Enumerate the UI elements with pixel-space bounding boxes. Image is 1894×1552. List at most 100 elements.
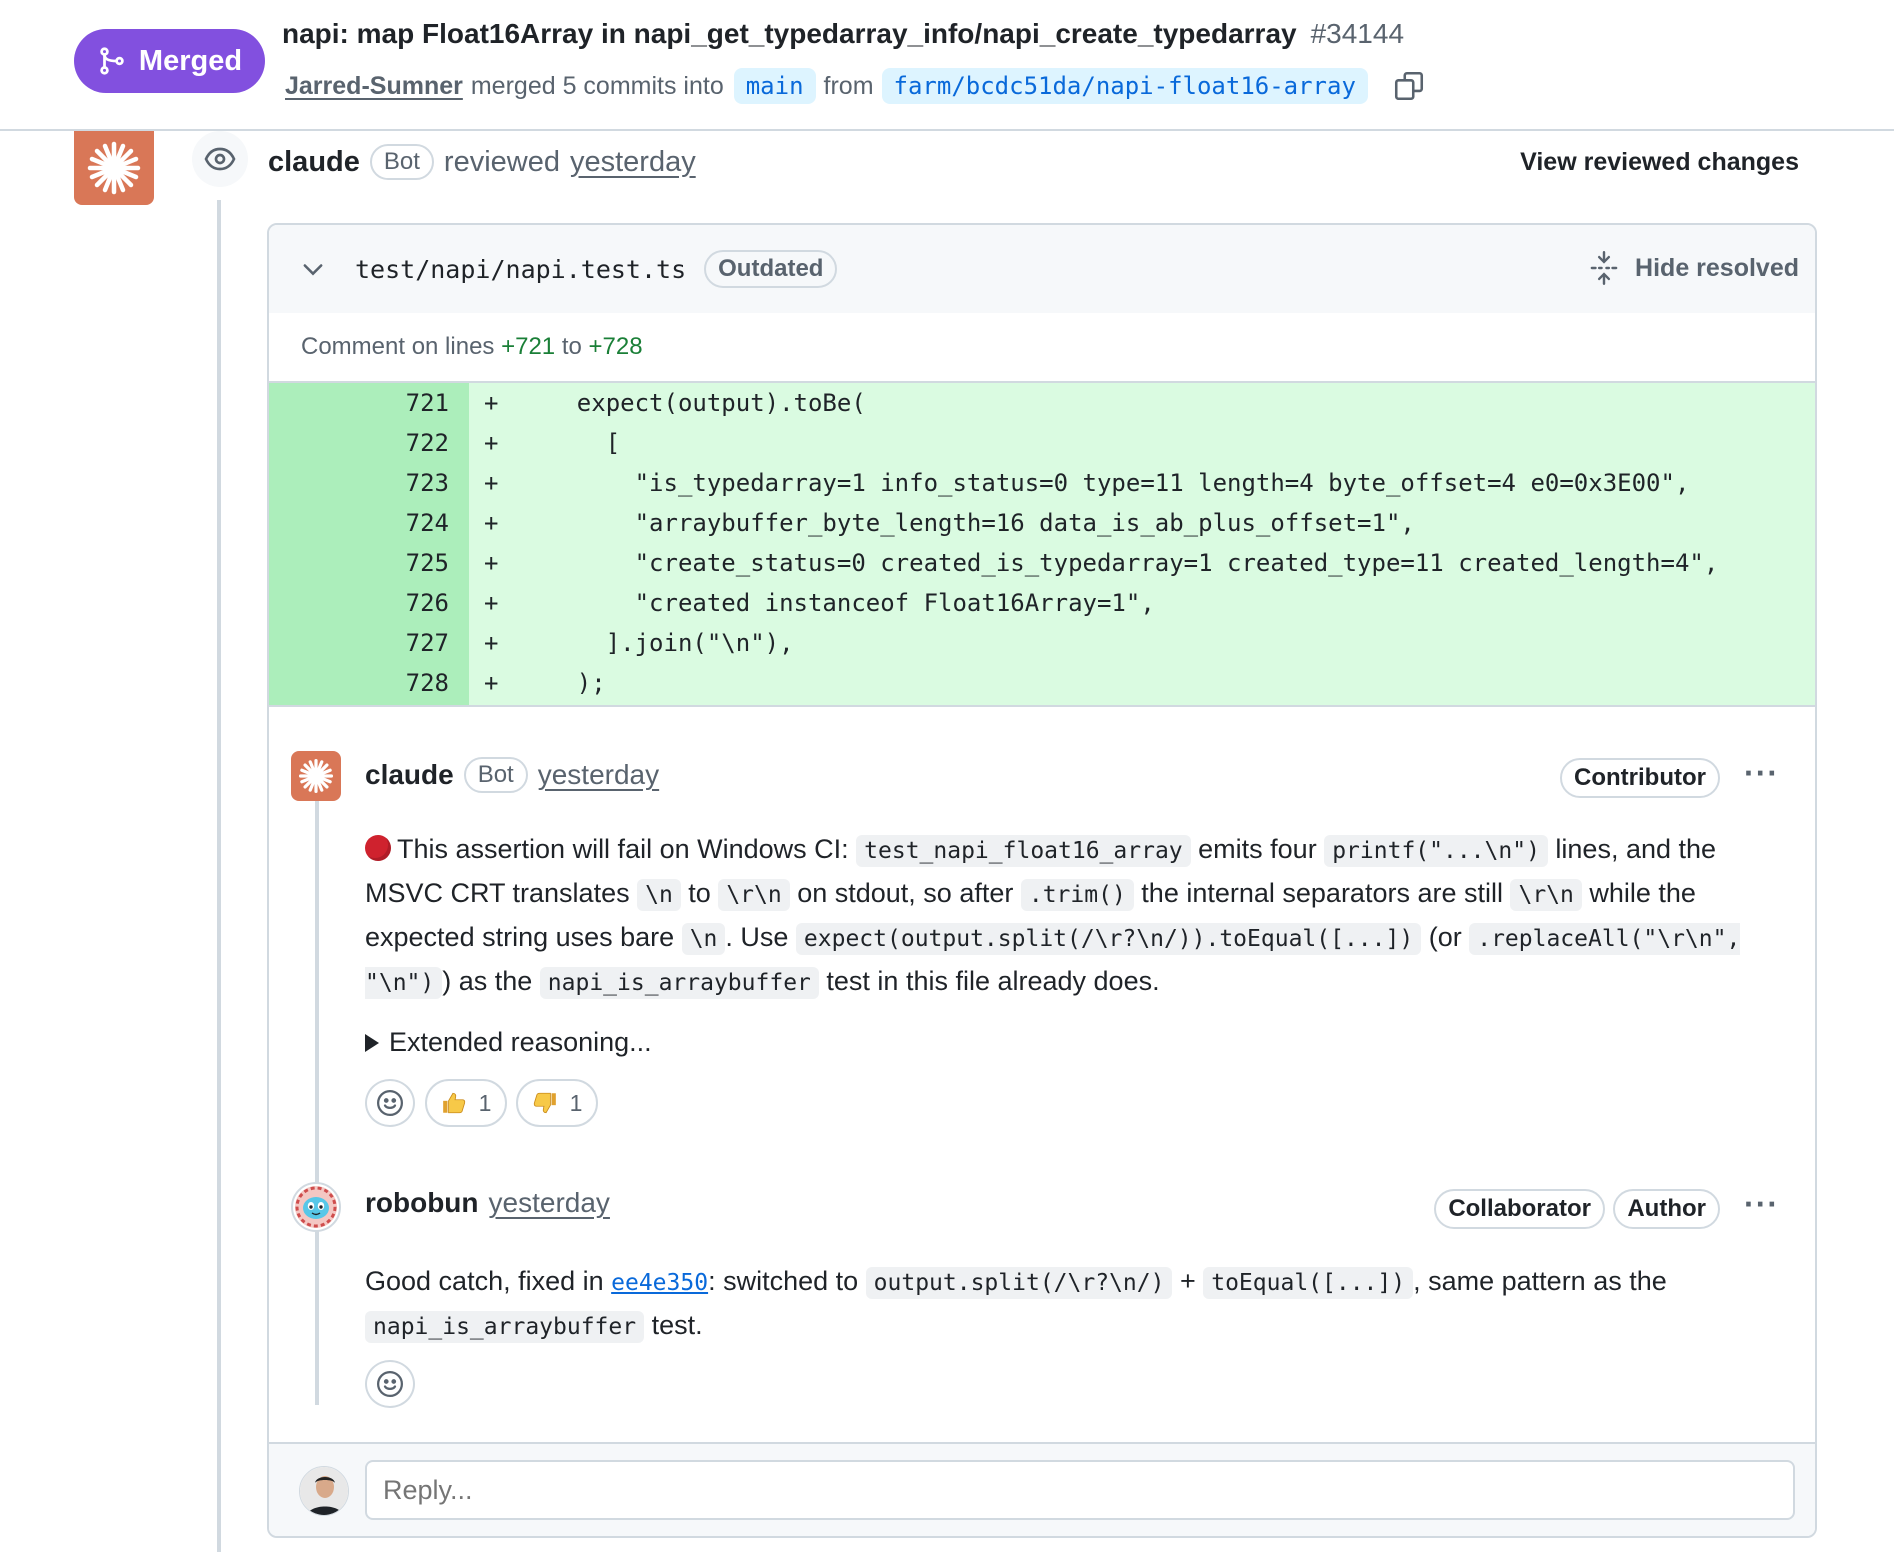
eye-icon xyxy=(204,147,236,171)
collaborator-badge: Collaborator xyxy=(1434,1189,1605,1229)
line-number: 723 xyxy=(405,469,449,497)
code-text: expect(output).toBe( xyxy=(519,389,866,417)
copy-icon[interactable] xyxy=(1392,69,1426,103)
inline-code: output.split(/\r?\n/) xyxy=(865,1267,1173,1299)
comment-header: robobun yesterday xyxy=(365,1187,610,1219)
kebab-icon[interactable]: ··· xyxy=(1744,755,1779,792)
bot-badge: Bot xyxy=(463,757,528,793)
inline-code: \r\n xyxy=(1510,879,1582,911)
inline-code: expect(output.split(/\r?\n/)).toEqual([.… xyxy=(795,923,1422,955)
diff-sign: + xyxy=(484,389,499,417)
thumbs-down-icon xyxy=(533,1092,556,1114)
diff-hunk: 721 + expect(output).toBe( 722 + [ 723 + "i… xyxy=(269,383,1815,707)
kebab-icon[interactable]: ··· xyxy=(1744,1186,1779,1223)
diff-line: 727 + ].join("\n"), xyxy=(269,623,1815,663)
diff-line: 723 + "is_typedarray=1 info_status=0 type… xyxy=(269,463,1815,503)
inline-code: napi_is_arraybuffer xyxy=(539,967,819,999)
chevron-down-icon[interactable] xyxy=(299,255,327,283)
text: + xyxy=(1172,1266,1204,1296)
review-time[interactable]: yesterday xyxy=(570,146,696,179)
pr-number: #34144 xyxy=(1310,18,1405,49)
inline-code: \n xyxy=(637,879,681,911)
line-end: +728 xyxy=(588,333,643,360)
commit-sha-link[interactable]: ee4e350 xyxy=(611,1270,708,1296)
diff-line: 725 + "create_status=0 created_is_typedar… xyxy=(269,543,1815,583)
comment-author[interactable]: claude xyxy=(365,759,454,791)
inline-code: .trim() xyxy=(1020,879,1134,911)
pr-title: napi: map Float16Array in napi_get_typed… xyxy=(282,18,1404,50)
reviewer-name[interactable]: claude xyxy=(268,146,360,179)
thumbs-down-reaction[interactable]: 1 xyxy=(516,1079,598,1127)
thread-line xyxy=(315,785,319,1405)
add-reaction-button[interactable] xyxy=(365,1360,415,1408)
review-thread-card: test/napi/napi.test.ts Outdated Hide res… xyxy=(267,223,1817,1538)
fold-icon xyxy=(1590,251,1618,285)
comment-body: This assertion will fail on Windows CI: … xyxy=(365,828,1785,1004)
thumbs-up-reaction[interactable]: 1 xyxy=(425,1079,507,1127)
current-user-avatar[interactable] xyxy=(299,1466,349,1516)
hide-resolved-button[interactable]: Hide resolved xyxy=(1589,251,1799,285)
text: . Use xyxy=(725,922,796,952)
merged-status-badge: Merged xyxy=(74,29,265,93)
triangle-right-icon xyxy=(365,1033,379,1052)
details-summary: Extended reasoning... xyxy=(389,1027,652,1057)
smiley-icon xyxy=(377,1371,403,1397)
smiley-icon xyxy=(377,1090,403,1116)
pr-meta: Jarred-Sumner merged 5 commits into main… xyxy=(285,68,1426,104)
file-header: test/napi/napi.test.ts Outdated Hide res… xyxy=(269,225,1815,313)
view-reviewed-changes-link[interactable]: View reviewed changes xyxy=(1520,148,1799,177)
comment-author[interactable]: robobun xyxy=(365,1187,479,1219)
diff-sign: + xyxy=(484,429,499,457)
line-number: 726 xyxy=(405,589,449,617)
inline-code: printf("...\n") xyxy=(1324,835,1548,867)
from-text: from xyxy=(823,71,874,100)
outdated-badge: Outdated xyxy=(704,250,838,288)
contributor-badge: Contributor xyxy=(1560,758,1720,798)
pr-author-link[interactable]: Jarred-Sumner xyxy=(285,72,463,101)
add-reaction-button[interactable] xyxy=(365,1079,415,1127)
line-number: 728 xyxy=(405,669,449,697)
inline-code: toEqual([...]) xyxy=(1203,1267,1414,1299)
inline-code: \r\n xyxy=(718,879,790,911)
claude-burst-icon xyxy=(298,758,334,794)
comment-time[interactable]: yesterday xyxy=(538,759,659,791)
line-number: 725 xyxy=(405,549,449,577)
diff-line: 724 + "arraybuffer_byte_length=16 data_is… xyxy=(269,503,1815,543)
claude-burst-icon xyxy=(87,141,141,195)
timeline-line xyxy=(217,200,221,1552)
git-merge-icon xyxy=(100,47,124,75)
code-text: "created instanceof Float16Array=1", xyxy=(519,589,1155,617)
code-text: "is_typedarray=1 info_status=0 type=11 l… xyxy=(519,469,1690,497)
inline-code: napi_is_arraybuffer xyxy=(365,1311,645,1343)
file-path[interactable]: test/napi/napi.test.ts xyxy=(355,255,686,284)
line-number: 724 xyxy=(405,509,449,537)
author-badge: Author xyxy=(1613,1189,1720,1229)
extended-reasoning-toggle[interactable]: Extended reasoning... xyxy=(365,1027,652,1058)
comment-time[interactable]: yesterday xyxy=(489,1187,610,1219)
comment-on-prefix: Comment on lines xyxy=(301,333,502,360)
claude-comment-avatar[interactable] xyxy=(291,751,341,801)
text: : switched to xyxy=(708,1266,866,1296)
code-text: [ xyxy=(519,429,621,457)
code-text: "arraybuffer_byte_length=16 data_is_ab_p… xyxy=(519,509,1415,537)
text: Good catch, fixed in xyxy=(365,1266,612,1296)
comment-body: Good catch, fixed in ee4e350: switched t… xyxy=(365,1260,1785,1348)
reply-input[interactable] xyxy=(365,1460,1795,1520)
review-header: claude Bot reviewed yesterday xyxy=(268,144,696,180)
code-text: ); xyxy=(519,669,606,697)
diff-line: 721 + expect(output).toBe( xyxy=(269,383,1815,423)
robobun-avatar[interactable] xyxy=(291,1182,341,1232)
text: on stdout, so after xyxy=(789,878,1021,908)
hide-resolved-label: Hide resolved xyxy=(1635,253,1799,282)
line-start: +721 xyxy=(501,333,556,360)
base-branch[interactable]: main xyxy=(733,68,816,104)
head-branch[interactable]: farm/bcdc51da/napi-float16-array xyxy=(881,68,1368,104)
diff-sign: + xyxy=(484,669,499,697)
merged-status-label: Merged xyxy=(138,44,243,77)
diff-sign: + xyxy=(484,629,499,657)
text: to xyxy=(680,878,719,908)
bot-badge: Bot xyxy=(369,144,434,180)
review-event-marker xyxy=(192,131,248,187)
claude-avatar[interactable] xyxy=(74,131,154,205)
red-circle-icon xyxy=(365,835,391,861)
